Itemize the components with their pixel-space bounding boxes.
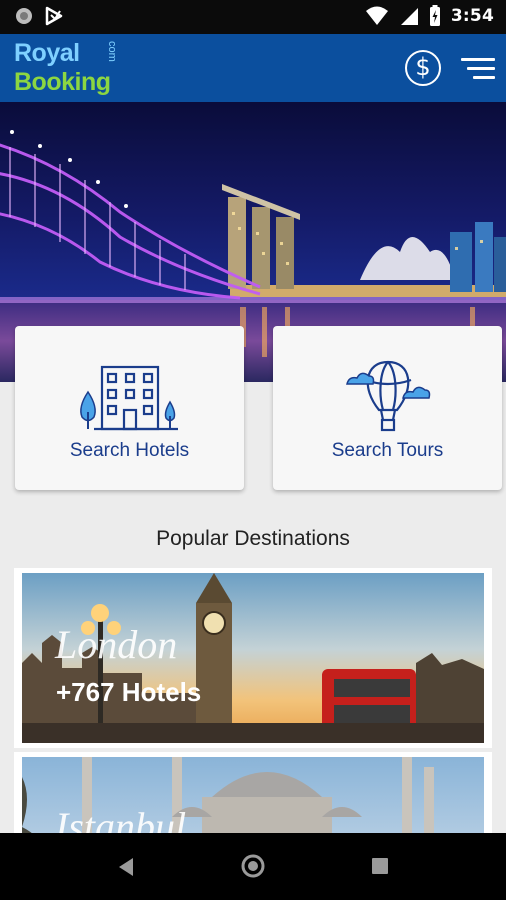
menu-line-icon [473,76,495,79]
wifi-icon [365,6,388,25]
search-hotels-card[interactable]: Search Hotels [15,326,244,490]
status-time: 3:54 [450,6,494,26]
dollar-icon: $ [415,53,431,81]
signal-icon [400,8,418,25]
search-tours-card[interactable]: Search Tours [273,326,502,490]
currency-button[interactable]: $ [405,50,441,86]
destination-card-istanbul[interactable]: Istanbul [14,752,492,852]
download-app-icon [45,6,63,26]
search-hotels-label: Search Hotels [69,440,190,461]
recents-icon[interactable] [371,857,389,875]
notification-dot-icon [16,8,32,24]
menu-button[interactable] [459,56,495,82]
home-icon[interactable] [240,853,266,879]
battery-icon [429,5,440,26]
menu-line-icon [461,58,495,61]
destination-hotel-count: +767 Hotels [56,677,202,707]
search-tours-label: Search Tours [331,440,444,461]
system-navigation-bar [0,833,506,900]
hot-air-balloon-icon [345,360,430,432]
logo-text-com: com [106,41,118,62]
app-logo[interactable]: Royal Booking com [14,39,118,97]
logo-text-royal: Royal [14,39,80,67]
popular-destinations-title: Popular Destinations [156,527,350,550]
destination-name: London [55,622,178,667]
destination-card-london[interactable]: London +767 Hotels [14,568,492,748]
menu-line-icon [467,67,495,70]
back-icon[interactable] [117,857,135,877]
status-bar: 3:54 [0,0,506,34]
logo-text-booking: Booking [14,68,111,96]
hotel-icon [79,365,178,431]
